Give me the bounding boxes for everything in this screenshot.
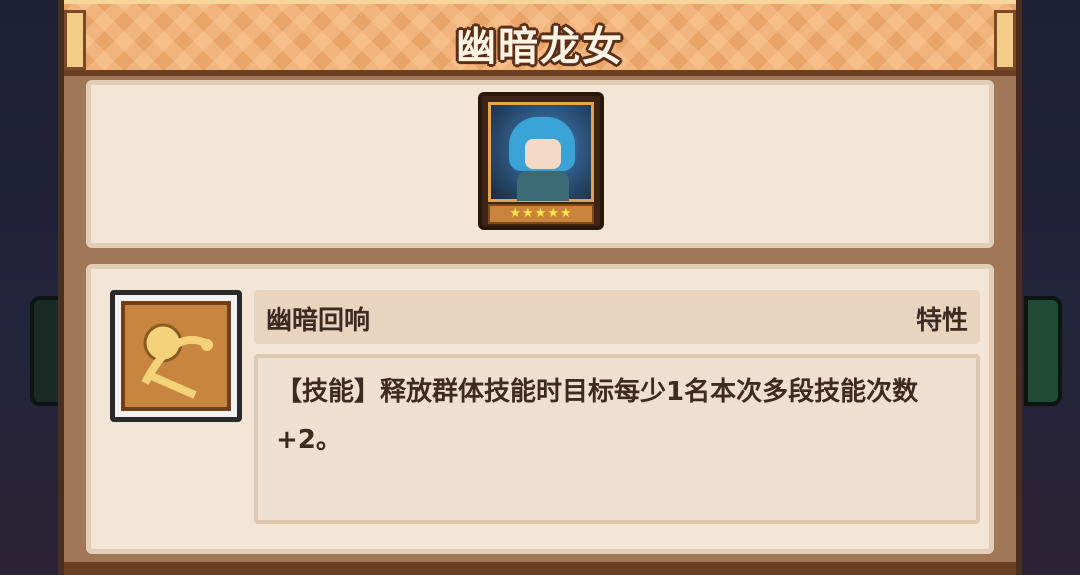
hero-name-title: 幽暗龙女 [456, 24, 624, 70]
face-shape [525, 139, 561, 169]
title-bar: 幽暗龙女 [64, 0, 1016, 76]
right-side-tab [1024, 296, 1062, 406]
skill-description: 【技能】释放群体技能时目标每少1名本次多段技能次数+2。 [276, 377, 919, 455]
golden-orb-icon [121, 301, 231, 411]
hero-portrait-icon [488, 102, 594, 202]
hero-portrait[interactable]: ★★★★★ [478, 92, 604, 230]
hero-detail-window: 幽暗龙女 ★★★★★ 幽暗回响 特性 【技能】释放群体技能时目标每少1名本次多段… [58, 0, 1022, 575]
skill-name: 幽暗回响 [266, 306, 371, 336]
bottom-trim [64, 562, 1016, 575]
skill-description-box: 【技能】释放群体技能时目标每少1名本次多段技能次数+2。 [254, 354, 980, 524]
skill-header: 幽暗回响 特性 [254, 290, 980, 344]
body-shape [517, 171, 569, 201]
skill-type-label: 特性 [915, 306, 968, 336]
star-rating: ★★★★★ [488, 204, 594, 224]
skill-icon[interactable] [110, 290, 242, 422]
